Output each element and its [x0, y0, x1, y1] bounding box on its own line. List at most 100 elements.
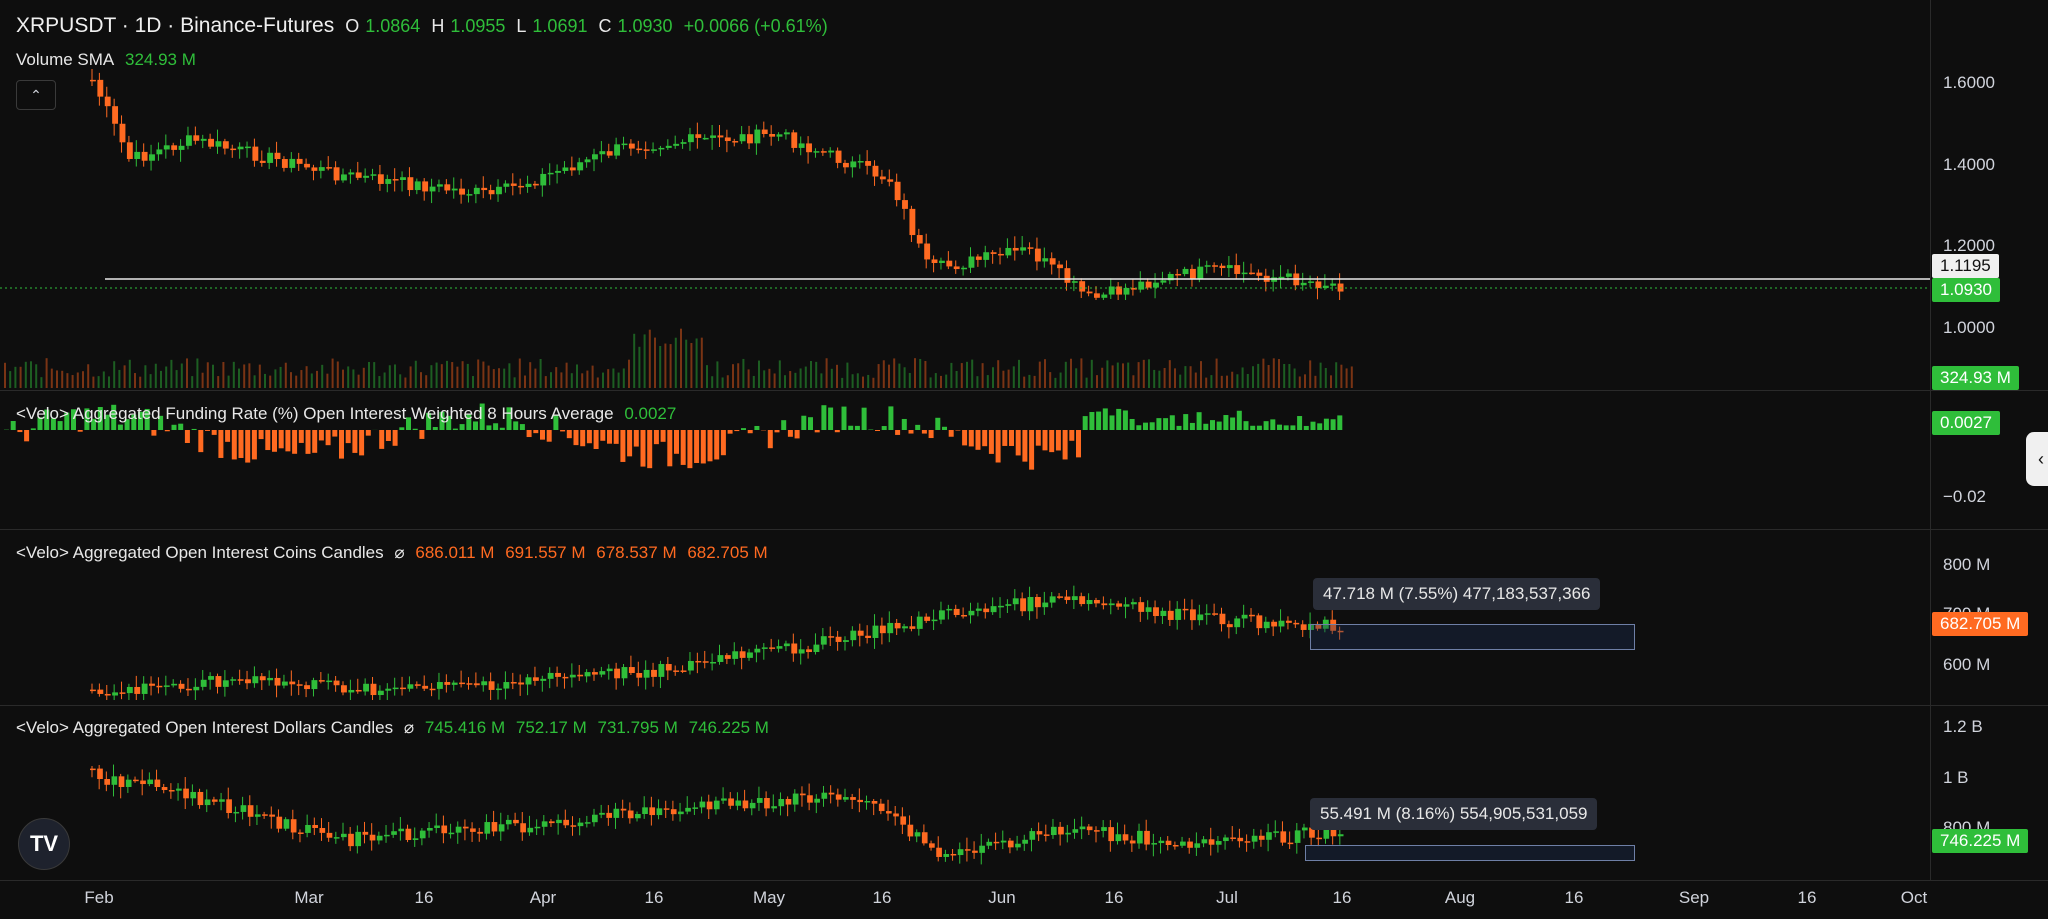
- oi-coins-candle: [473, 683, 480, 686]
- oi-dollars-candle: [871, 800, 878, 804]
- time-tick: 16: [872, 888, 892, 907]
- oi-dollars-candle: [1187, 841, 1193, 848]
- oi-coins-candle: [813, 644, 820, 653]
- volume-bar: [841, 377, 844, 388]
- oi-dollars-candle: [1273, 831, 1279, 833]
- oi-coins-candle: [695, 660, 702, 663]
- time-tick: Sep: [1678, 888, 1710, 907]
- oi-coins-candle: [909, 626, 916, 629]
- price-candle: [311, 167, 318, 171]
- volume-bar: [1267, 365, 1270, 388]
- volume-bar: [191, 376, 194, 388]
- volume-bar: [144, 365, 147, 388]
- pane-separator-oi-dollars[interactable]: [0, 705, 2048, 706]
- oi-dollars-candle: [627, 810, 634, 819]
- oi-dollars-candle: [1165, 840, 1172, 846]
- funding-bar: [205, 430, 210, 431]
- price-candle: [1042, 258, 1049, 262]
- level-line-badge[interactable]: 1.1195: [1932, 254, 1999, 278]
- oi-coins-candle: [156, 685, 163, 688]
- volume-bar: [170, 359, 173, 388]
- oi-dollars-candle: [728, 798, 734, 806]
- oi-dollars-candle: [276, 816, 283, 829]
- price-candle: [304, 163, 310, 168]
- volume-bar: [622, 368, 625, 388]
- volume-bar: [524, 375, 526, 388]
- price-candle: [171, 145, 178, 150]
- oi-coins-candle: [1256, 615, 1263, 629]
- volume-bar: [1012, 366, 1015, 388]
- volume-bar: [295, 375, 298, 388]
- price-candle: [289, 158, 296, 168]
- measure-range-box-dollars[interactable]: [1305, 845, 1635, 861]
- oi-dollars-candle: [1137, 830, 1143, 844]
- volume-bar: [836, 364, 838, 388]
- volume-legend[interactable]: Volume SMA 324.93 M: [16, 50, 202, 70]
- funding-bar: [647, 430, 653, 469]
- oi-dollars-candle: [269, 814, 275, 817]
- volume-bar: [222, 362, 225, 388]
- funding-bar: [231, 430, 237, 460]
- funding-bar: [1196, 412, 1202, 430]
- volume-bar: [1179, 374, 1182, 388]
- oi-dollars-legend[interactable]: <Velo> Aggregated Open Interest Dollars …: [16, 718, 775, 738]
- volume-bar: [253, 375, 256, 388]
- price-candle: [968, 256, 975, 268]
- pane-separator-funding[interactable]: [0, 390, 2048, 391]
- funding-bar: [399, 427, 405, 430]
- volume-bar: [659, 345, 662, 388]
- price-candle: [134, 151, 141, 159]
- volume-bar: [752, 375, 755, 388]
- oi-coins-candle: [1241, 614, 1248, 619]
- oi-coins-candle: [1005, 604, 1012, 606]
- oi-coins-candle: [680, 670, 687, 672]
- measure-range-box-coins[interactable]: [1310, 624, 1635, 650]
- price-candle: [924, 243, 931, 260]
- funding-label: <Velo> Aggregated Funding Rate (%) Open …: [16, 404, 614, 423]
- funding-bar: [975, 430, 981, 450]
- funding-bar: [714, 430, 720, 460]
- funding-bar: [1223, 415, 1229, 430]
- price-candle: [436, 184, 443, 187]
- price-candle: [1064, 268, 1071, 283]
- oi-coins-candle: [1300, 624, 1307, 630]
- side-panel-toggle[interactable]: ‹: [2026, 432, 2048, 486]
- oi-dollars-candle: [211, 799, 218, 802]
- oi-dollars-candle: [663, 808, 670, 810]
- collapse-legend-button[interactable]: ⌃: [16, 80, 56, 110]
- oi-coins-candle: [872, 625, 879, 638]
- volume-bar: [71, 375, 74, 388]
- volume-bar: [1314, 375, 1317, 388]
- volume-bar: [399, 374, 402, 388]
- oi-dollars-candle: [470, 828, 476, 832]
- oi-coins-candle: [141, 683, 148, 694]
- oi-dollars-candle: [850, 797, 856, 800]
- hidden-eye-icon[interactable]: ⌀: [404, 718, 414, 737]
- price-candle: [1308, 281, 1314, 283]
- oi-dollars-candle: [1043, 834, 1050, 836]
- price-candle: [281, 159, 288, 168]
- price-candle: [451, 188, 458, 191]
- volume-bar: [97, 376, 100, 388]
- oi-coins-candle: [547, 672, 554, 679]
- symbol-title[interactable]: XRPUSDT · 1D · Binance-Futures: [16, 14, 334, 37]
- pane-separator-oi-coins[interactable]: [0, 529, 2048, 530]
- hidden-eye-icon[interactable]: ⌀: [394, 543, 404, 562]
- funding-legend[interactable]: <Velo> Aggregated Funding Rate (%) Open …: [16, 404, 682, 424]
- price-candle: [518, 185, 525, 188]
- time-tick: Mar: [294, 888, 324, 907]
- oi-coins-candle: [119, 692, 126, 694]
- funding-bar: [493, 423, 499, 430]
- volume-bar: [721, 377, 724, 388]
- oi-dollars-candle: [491, 822, 498, 832]
- oi-coins-candle: [924, 616, 931, 621]
- price-candle: [1020, 247, 1027, 251]
- price-tick: 1.2000: [1943, 236, 1995, 255]
- price-candle: [230, 148, 237, 151]
- oi-coins-legend[interactable]: <Velo> Aggregated Open Interest Coins Ca…: [16, 543, 774, 563]
- oi-dollars-candle: [140, 780, 146, 785]
- tradingview-logo[interactable]: TV: [18, 818, 70, 870]
- chart-canvas[interactable]: [0, 0, 2048, 919]
- oi-dollars-candle: [168, 790, 175, 792]
- volume-bar: [1288, 364, 1291, 388]
